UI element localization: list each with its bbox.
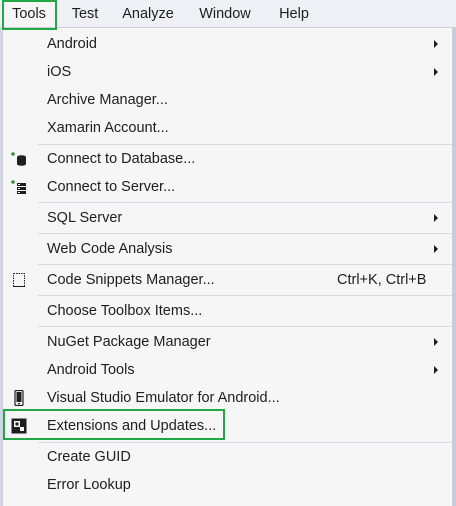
submenu-arrow-icon <box>434 366 438 374</box>
submenu-arrow-icon <box>434 338 438 346</box>
menu-item-android-tools[interactable]: Android Tools <box>3 356 452 384</box>
menu-item-label: Error Lookup <box>47 477 131 493</box>
extensions-icon <box>11 418 27 434</box>
menu-item-code-snippets-manager[interactable]: Code Snippets Manager... Ctrl+K, Ctrl+B <box>3 266 452 294</box>
menu-item-label: SQL Server <box>47 210 123 226</box>
menu-item-label: Choose Toolbox Items... <box>47 303 203 319</box>
submenu-arrow-icon <box>434 68 438 76</box>
visual-studio-window: Tools Test Analyze Window Help Android i… <box>0 0 456 506</box>
connect-database-icon <box>11 152 26 166</box>
menu-tools[interactable]: Tools <box>2 0 56 27</box>
menu-item-label: NuGet Package Manager <box>47 334 211 350</box>
menu-item-ios[interactable]: iOS <box>3 58 452 86</box>
menu-item-xamarin-account[interactable]: Xamarin Account... <box>3 114 452 142</box>
menu-item-web-code-analysis[interactable]: Web Code Analysis <box>3 235 452 263</box>
tools-dropdown-menu: Android iOS Archive Manager... Xamarin A… <box>2 27 453 506</box>
menu-item-label: Web Code Analysis <box>47 241 173 257</box>
menu-item-label: Android <box>47 36 97 52</box>
menu-item-label: Visual Studio Emulator for Android... <box>47 390 280 406</box>
menu-separator <box>38 264 452 265</box>
menu-separator <box>38 233 452 234</box>
menu-item-label: Android Tools <box>47 362 135 378</box>
menu-item-label: iOS <box>47 64 72 80</box>
menu-item-vs-emulator-android[interactable]: Visual Studio Emulator for Android... <box>3 384 452 412</box>
menu-separator <box>38 295 452 296</box>
menu-item-connect-server[interactable]: Connect to Server... <box>3 173 452 201</box>
menu-item-extensions-updates[interactable]: Extensions and Updates... <box>3 412 452 440</box>
menu-bar: Tools Test Analyze Window Help <box>0 0 456 27</box>
menu-item-label: Connect to Server... <box>47 179 176 195</box>
menu-item-label: Connect to Database... <box>47 151 196 167</box>
menu-item-label: Xamarin Account... <box>47 120 169 136</box>
menu-item-label: Create GUID <box>47 449 131 465</box>
menu-item-label: Extensions and Updates... <box>47 418 217 434</box>
menu-item-nuget-package-manager[interactable]: NuGet Package Manager <box>3 328 452 356</box>
submenu-arrow-icon <box>434 214 438 222</box>
menu-item-sql-server[interactable]: SQL Server <box>3 204 452 232</box>
menu-test[interactable]: Test <box>60 0 110 27</box>
menu-item-archive-manager[interactable]: Archive Manager... <box>3 86 452 114</box>
menu-item-create-guid[interactable]: Create GUID <box>3 443 452 471</box>
connect-server-icon <box>11 180 26 194</box>
phone-emulator-icon <box>14 390 24 406</box>
menu-separator <box>38 202 452 203</box>
code-snippets-icon <box>13 273 25 287</box>
submenu-arrow-icon <box>434 245 438 253</box>
menu-help[interactable]: Help <box>266 0 322 27</box>
submenu-arrow-icon <box>434 40 438 48</box>
menu-separator <box>38 326 452 327</box>
menu-analyze[interactable]: Analyze <box>112 0 184 27</box>
menu-item-choose-toolbox-items[interactable]: Choose Toolbox Items... <box>3 297 452 325</box>
menu-item-error-lookup[interactable]: Error Lookup <box>3 471 452 499</box>
menu-window[interactable]: Window <box>188 0 262 27</box>
menu-item-android[interactable]: Android <box>3 30 452 58</box>
menu-item-connect-database[interactable]: Connect to Database... <box>3 145 452 173</box>
menu-item-shortcut: Ctrl+K, Ctrl+B <box>337 272 427 288</box>
menu-item-label: Archive Manager... <box>47 92 168 108</box>
menu-item-label: Code Snippets Manager... <box>47 272 215 288</box>
